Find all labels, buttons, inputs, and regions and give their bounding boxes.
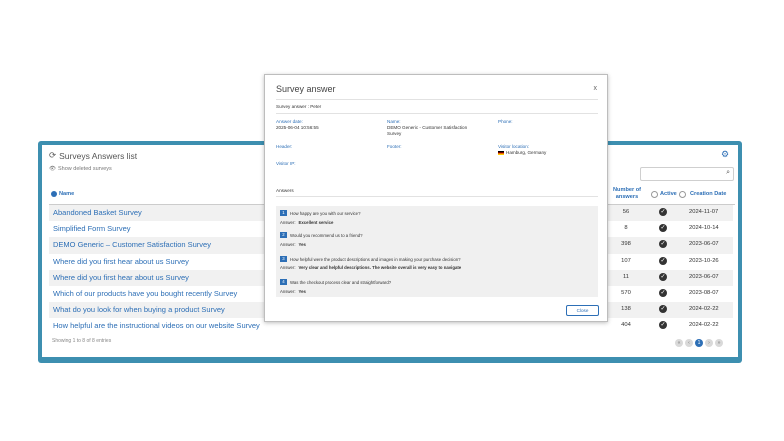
- creation-date: 2024-02-22: [689, 306, 719, 313]
- survey-name-link[interactable]: Where did you first hear about us Survey: [53, 257, 189, 266]
- modal-title: Survey answer: [276, 84, 336, 94]
- answers-count: 8: [624, 225, 628, 232]
- answer-item: Answer: Very clear and helpful descriptio…: [280, 265, 462, 270]
- show-deleted-toggle[interactable]: 👁 Show deleted surveys: [49, 166, 112, 172]
- creation-date: 2023-06-07: [689, 241, 719, 248]
- survey-name-link[interactable]: DEMO Generic – Customer Satisfaction Sur…: [53, 240, 211, 249]
- column-creation-date-header[interactable]: Creation Date: [679, 184, 726, 204]
- filter-icon: [679, 190, 686, 198]
- sort-icon: [51, 191, 57, 197]
- close-button[interactable]: Close: [566, 305, 599, 316]
- prev-page-button[interactable]: ‹: [685, 339, 693, 347]
- pagination: « ‹ 1 › »: [675, 339, 723, 347]
- phone-label: Phone:: [498, 119, 513, 124]
- question-item: 4 Was the checkout process clear and str…: [280, 279, 391, 285]
- answers-count: 107: [621, 257, 631, 264]
- header-label: Header:: [276, 144, 293, 149]
- divider: [276, 196, 598, 197]
- answers-count: 398: [621, 241, 631, 248]
- check-icon: ✓: [659, 288, 667, 297]
- divider: [276, 113, 598, 114]
- footer-label: Footer:: [387, 144, 402, 149]
- name-value-line-2: Survey: [387, 131, 402, 136]
- eye-icon: 👁: [49, 166, 56, 172]
- answers-count: 570: [621, 289, 631, 296]
- answer-date-label: Answer date:: [276, 119, 303, 124]
- answers-count: 138: [621, 306, 631, 313]
- column-active-header[interactable]: Active: [651, 184, 677, 204]
- next-page-button[interactable]: ›: [705, 339, 713, 347]
- survey-name-link[interactable]: Abandoned Basket Survey: [53, 208, 142, 217]
- question-item: 1 How happy are you with our service?: [280, 210, 360, 216]
- filter-icon: [651, 190, 658, 198]
- survey-name-link[interactable]: What do you look for when buying a produ…: [53, 305, 225, 314]
- visitor-ip-label: Visitor IP:: [276, 161, 296, 166]
- answer-item: Answer: Yes: [280, 289, 306, 294]
- close-icon[interactable]: x: [594, 85, 598, 92]
- visitor-location-value: Hamburg, Germany: [498, 150, 546, 156]
- check-icon: ✓: [659, 256, 667, 265]
- refresh-icon[interactable]: ⟳: [49, 150, 56, 161]
- search-input[interactable]: ⌕: [640, 167, 734, 181]
- gear-icon[interactable]: ⚙: [721, 150, 730, 159]
- creation-date: 2023-10-26: [689, 257, 719, 264]
- check-icon: ✓: [659, 208, 667, 216]
- first-page-button[interactable]: «: [675, 339, 683, 347]
- survey-name-link[interactable]: Which of our products have you bought re…: [53, 289, 237, 298]
- last-page-button[interactable]: »: [715, 339, 723, 347]
- name-label: Name:: [387, 119, 401, 124]
- answers-label: Answers: [276, 188, 294, 193]
- answer-date-value: 2025-06-04 10:56:55: [276, 125, 319, 130]
- answers-count: 404: [621, 322, 631, 329]
- answer-item: Answer: Excellent service: [280, 220, 334, 225]
- search-icon: ⌕: [726, 169, 730, 176]
- creation-date: 2024-11-07: [689, 209, 719, 215]
- creation-date: 2024-10-14: [689, 225, 719, 232]
- survey-answer-modal: Survey answer x Survey answer : Peter An…: [264, 74, 608, 322]
- column-name-header[interactable]: Name: [51, 184, 74, 204]
- check-icon: ✓: [659, 272, 667, 281]
- answer-item: Answer: Yes: [280, 242, 306, 247]
- check-icon: ✓: [659, 321, 667, 330]
- survey-name-link[interactable]: Simplified Form Survey: [53, 224, 131, 233]
- check-icon: ✓: [659, 305, 667, 314]
- list-title: ⟳ Surveys Answers list: [49, 150, 138, 161]
- check-icon: ✓: [659, 224, 667, 233]
- creation-date: 2023-06-07: [689, 273, 719, 280]
- divider: [276, 99, 598, 100]
- creation-date: 2024-02-22: [689, 322, 719, 329]
- survey-name-link[interactable]: How helpful are the instructional videos…: [53, 321, 260, 330]
- modal-subtitle: Survey answer : Peter: [276, 104, 322, 109]
- visitor-location-label: Visitor location:: [498, 144, 530, 149]
- question-item: 2 Would you recommend us to a friend?: [280, 232, 363, 238]
- answers-list: 1 How happy are you with our service? An…: [276, 206, 598, 297]
- answers-count: 56: [622, 209, 630, 215]
- entries-info: Showing 1 to 8 of 8 entries: [52, 338, 112, 344]
- germany-flag-icon: [498, 150, 504, 155]
- check-icon: ✓: [659, 240, 667, 249]
- survey-name-link[interactable]: Where did you first hear about us Survey: [53, 273, 189, 282]
- column-answers-header[interactable]: Number of answers: [611, 184, 643, 204]
- page-1-button[interactable]: 1: [695, 339, 703, 347]
- creation-date: 2023-08-07: [689, 289, 719, 296]
- question-item: 3 How helpful were the product descripti…: [280, 256, 461, 262]
- answers-count: 11: [622, 273, 630, 280]
